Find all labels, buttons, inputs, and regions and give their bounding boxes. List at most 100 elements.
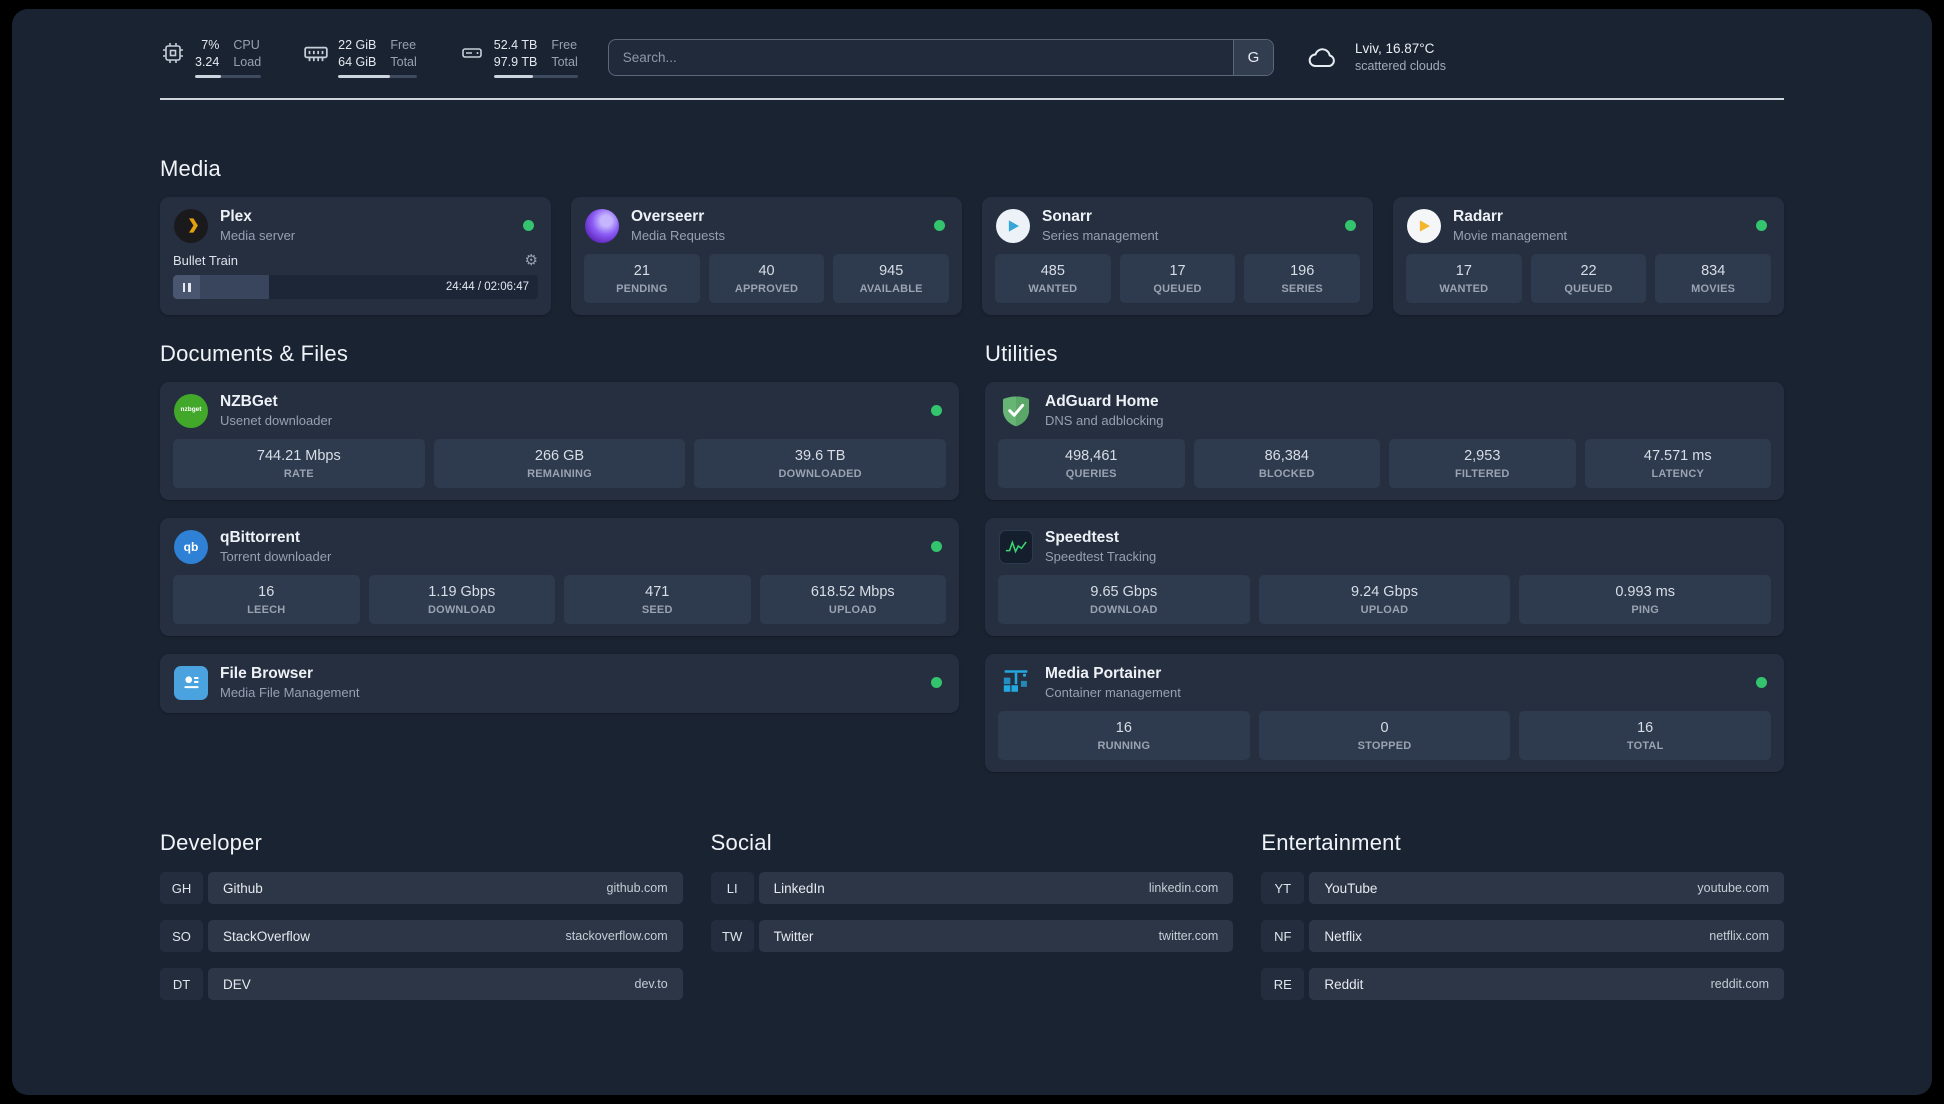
resource-widgets: 7% CPU 3.24 Load 22 GiB Free 64 GiB Total 52.4 T…: [160, 37, 578, 78]
service-subtitle: Media File Management: [220, 685, 360, 700]
section-title: Entertainment: [1261, 830, 1401, 855]
resource-widget-disk: 52.4 TB Free 97.9 TB Total: [459, 37, 578, 78]
stat-value: 498,461: [1065, 448, 1118, 464]
bookmark-dev[interactable]: DT DEV dev.to: [160, 968, 683, 1000]
section-title: Social: [710, 830, 772, 855]
service-card-sonarr[interactable]: Sonarr Series management 485 WANTED 17 QUEUED…: [982, 197, 1373, 315]
stat-label: TOTAL: [1626, 740, 1664, 752]
service-name: Media Portainer: [1045, 665, 1162, 682]
resource-label: Free: [390, 38, 417, 52]
memory-icon: [303, 40, 329, 66]
weather-condition: scattered clouds: [1354, 59, 1446, 73]
stat-value: 47.571 ms: [1643, 448, 1712, 464]
resource-meter: [493, 75, 578, 78]
stat-latency: 47.571 ms LATENCY: [1584, 439, 1771, 488]
service-name: Sonarr: [1042, 208, 1092, 225]
service-card-media-portainer[interactable]: Media Portainer Container management 16 RUN…: [985, 654, 1784, 772]
weather-widget: Lviv, 16.87°C scattered clouds: [1300, 40, 1446, 75]
resource-value: 3.24: [195, 55, 220, 69]
resource-value: 52.4 TB: [493, 38, 538, 52]
section-documents-files: Documents & Files nzbget NZBGet Usenet down…: [160, 341, 959, 772]
bookmark-youtube[interactable]: YT YouTube youtube.com: [1261, 872, 1784, 904]
bookmark-linkedin[interactable]: LI LinkedIn linkedin.com: [710, 872, 1234, 904]
bookmark-url: netflix.com: [1709, 929, 1769, 943]
section-utilities: Utilities AdGuard Home DNS and adblocking 4…: [985, 341, 1784, 772]
stat-value: 22: [1580, 263, 1597, 279]
stat-value: 0: [1380, 720, 1389, 736]
stat-movies: 834 MOVIES: [1655, 254, 1772, 303]
status-dot-online: [931, 541, 942, 552]
stat-label: DOWNLOAD: [1090, 604, 1158, 616]
media-progress-bar[interactable]: 24:44 / 02:06:47: [173, 275, 538, 299]
bookmark-abbr: SO: [160, 920, 203, 952]
stat-wanted: 17 WANTED: [1406, 254, 1522, 303]
stat-download: 1.19 Gbps DOWNLOAD: [368, 575, 555, 624]
stat-rate: 744.21 Mbps RATE: [173, 439, 425, 488]
resource-widget-cpu: 7% CPU 3.24 Load: [160, 37, 262, 78]
stat-queued: 22 QUEUED: [1530, 254, 1647, 303]
bookmark-github[interactable]: GH Github github.com: [160, 872, 683, 904]
service-card-qbittorrent[interactable]: qb qBittorrent Torrent downloader 16 LEECH 1.…: [160, 518, 959, 636]
plex-icon: [173, 208, 209, 244]
bookmark-group-entertainment: Entertainment YT YouTube youtube.com NF Netfl…: [1261, 830, 1784, 1000]
stat-label: RATE: [283, 468, 314, 480]
divider: [160, 98, 1784, 100]
service-name: qBittorrent: [220, 529, 301, 546]
service-card-plex[interactable]: Plex Media server Bullet Train ⚙ 24:44 / 02:…: [160, 197, 551, 315]
service-subtitle: Container management: [1045, 685, 1181, 700]
service-name: Radarr: [1453, 208, 1503, 225]
stat-queued: 17 QUEUED: [1119, 254, 1236, 303]
bookmark-abbr: LI: [710, 872, 754, 904]
stat-pending: 21 PENDING: [584, 254, 700, 303]
stat-seed: 471 SEED: [564, 575, 751, 624]
resource-value: 22 GiB: [338, 38, 377, 52]
stat-total: 16 TOTAL: [1519, 711, 1772, 760]
sonarr-icon: [995, 208, 1031, 244]
bookmark-name: Github: [223, 880, 263, 896]
overseerr-icon: [584, 208, 620, 244]
stat-wanted: 485 WANTED: [995, 254, 1111, 303]
stat-label: BLOCKED: [1258, 468, 1315, 480]
bookmark-url: reddit.com: [1710, 977, 1769, 991]
stat-label: LEECH: [247, 604, 286, 616]
stat-label: WANTED: [1028, 283, 1078, 295]
bookmark-name: Reddit: [1324, 976, 1364, 992]
service-card-speedtest[interactable]: Speedtest Speedtest Tracking 9.65 Gbps DOWN…: [985, 518, 1784, 636]
top-bar: 7% CPU 3.24 Load 22 GiB Free 64 GiB Total 52.4 T…: [160, 37, 1446, 78]
service-subtitle: Movie management: [1453, 228, 1568, 243]
search-provider-button[interactable]: G: [1232, 40, 1273, 75]
bookmark-reddit[interactable]: RE Reddit reddit.com: [1261, 968, 1784, 1000]
service-card-adguard-home[interactable]: AdGuard Home DNS and adblocking 498,461 QUE…: [985, 382, 1784, 500]
stat-value: 39.6 TB: [794, 448, 846, 464]
speedtest-icon: [998, 529, 1034, 565]
service-card-nzbget[interactable]: nzbget NZBGet Usenet downloader 744.21 Mbps…: [160, 382, 959, 500]
stat-queries: 498,461 QUERIES: [998, 439, 1185, 488]
weather-location: Lviv, 16.87°C: [1354, 41, 1435, 56]
stat-value: 9.24 Gbps: [1351, 584, 1418, 600]
stat-value: 945: [879, 263, 904, 279]
stat-value: 17: [1169, 263, 1186, 279]
nzbget-icon: nzbget: [173, 393, 209, 429]
bookmark-url: youtube.com: [1697, 881, 1769, 895]
service-card-radarr[interactable]: Radarr Movie management 17 WANTED 22 QUEUED 83…: [1393, 197, 1784, 315]
bookmark-name: Twitter: [773, 928, 814, 944]
resource-widget-memory: 22 GiB Free 64 GiB Total: [303, 37, 417, 78]
pause-button[interactable]: [173, 275, 200, 299]
gear-icon[interactable]: ⚙: [525, 253, 538, 268]
bookmark-netflix[interactable]: NF Netflix netflix.com: [1261, 920, 1784, 952]
stat-label: AVAILABLE: [859, 283, 923, 295]
bookmark-stackoverflow[interactable]: SO StackOverflow stackoverflow.com: [160, 920, 683, 952]
service-card-file-browser[interactable]: File Browser Media File Management: [160, 654, 959, 713]
bookmark-name: Netflix: [1324, 928, 1362, 944]
stat-blocked: 86,384 BLOCKED: [1193, 439, 1380, 488]
now-playing-title: Bullet Train: [173, 253, 239, 268]
stat-download: 9.65 Gbps DOWNLOAD: [998, 575, 1250, 624]
bookmark-abbr: TW: [710, 920, 754, 952]
bookmark-twitter[interactable]: TW Twitter twitter.com: [710, 920, 1234, 952]
service-card-overseerr[interactable]: Overseerr Media Requests 21 PENDING 40 APPROV…: [571, 197, 962, 315]
resource-value: 64 GiB: [338, 55, 377, 69]
stat-value: 266 GB: [534, 448, 585, 464]
stat-series: 196 SERIES: [1244, 254, 1361, 303]
search-input[interactable]: [607, 39, 1274, 76]
stat-label: PING: [1631, 604, 1660, 616]
